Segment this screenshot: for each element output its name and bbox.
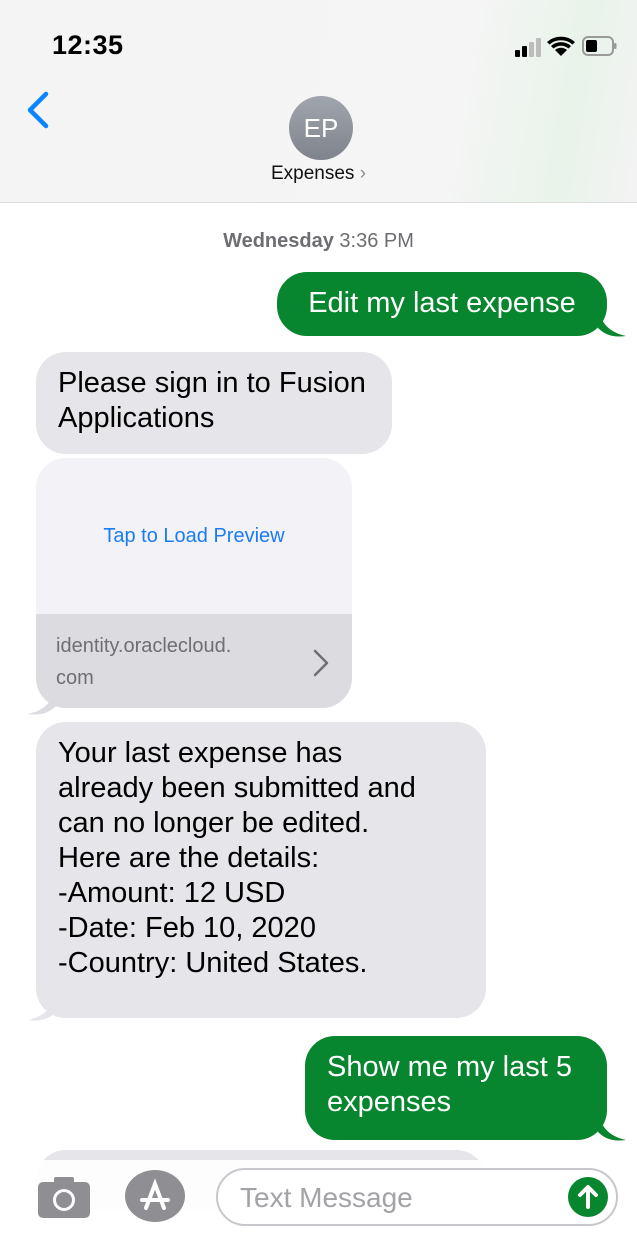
timestamp-time: 3:36 PM: [339, 230, 414, 252]
link-footer[interactable]: identity.oraclecloud. com: [36, 614, 352, 708]
link-domain: identity.oraclecloud. com: [56, 630, 296, 694]
message-line: Show me my last 5: [327, 1051, 572, 1083]
battery-icon: [582, 36, 617, 56]
incoming-message[interactable]: Your last expense has already been submi…: [36, 722, 486, 1018]
bubble-tail: [28, 684, 56, 715]
text-message-field[interactable]: [216, 1168, 618, 1226]
outgoing-message[interactable]: Edit my last expense: [277, 272, 607, 336]
message-timestamp: Wednesday 3:36 PM: [0, 230, 637, 253]
message-line: can no longer be edited.: [58, 807, 370, 839]
message-line: Applications: [58, 402, 215, 434]
contact-name-label: Expenses: [270, 163, 355, 184]
link-preview-card[interactable]: Tap to Load Preview identity.oraclecloud…: [36, 458, 352, 708]
link-domain-line: com: [56, 667, 94, 689]
avatar-initials: EP: [303, 112, 339, 143]
incoming-message[interactable]: Please sign in to Fusion Applications: [36, 352, 392, 454]
app-store-icon[interactable]: [124, 1168, 186, 1224]
status-time: 12:35: [52, 30, 124, 60]
bubble-tail: [598, 306, 626, 337]
message-line: expenses: [327, 1086, 452, 1118]
message-line: -Date: Feb 10, 2020: [58, 912, 316, 944]
timestamp-day: Wednesday: [223, 230, 334, 252]
link-domain-line: identity.oraclecloud.: [56, 635, 232, 657]
contact-avatar[interactable]: EP: [289, 96, 353, 160]
message-line: Here are the details:: [58, 842, 320, 874]
message-line: -Country: United States.: [58, 947, 368, 979]
outgoing-message[interactable]: Show me my last 5 expenses: [305, 1036, 607, 1140]
camera-icon[interactable]: [36, 1174, 92, 1220]
message-line: Please sign in to Fusion: [58, 367, 366, 399]
link-preview-area[interactable]: Tap to Load Preview: [36, 458, 352, 614]
message-line: -Amount: 12 USD: [58, 877, 286, 909]
wifi-icon: [547, 36, 575, 56]
conversation-header: 12:35 EP Expenses ›: [0, 0, 637, 203]
message-composer: [0, 1160, 637, 1240]
chevron-right-icon: [313, 649, 329, 677]
contact-name[interactable]: Expenses ›: [0, 163, 637, 185]
signal-icon: [515, 38, 541, 57]
status-icons: [515, 36, 617, 57]
back-chevron-icon[interactable]: [22, 90, 56, 130]
tap-to-load-preview[interactable]: Tap to Load Preview: [103, 525, 284, 548]
message-line: Your last expense has: [58, 737, 343, 769]
send-button[interactable]: [568, 1177, 608, 1217]
send-arrow-icon: [578, 1185, 598, 1209]
text-message-input[interactable]: [240, 1178, 550, 1218]
contact-chevron-icon: ›: [359, 163, 367, 184]
bubble-tail: [28, 990, 56, 1021]
message-text: Edit my last expense: [308, 287, 576, 319]
bubble-tail: [598, 1110, 626, 1141]
message-line: already been submitted and: [58, 772, 416, 804]
